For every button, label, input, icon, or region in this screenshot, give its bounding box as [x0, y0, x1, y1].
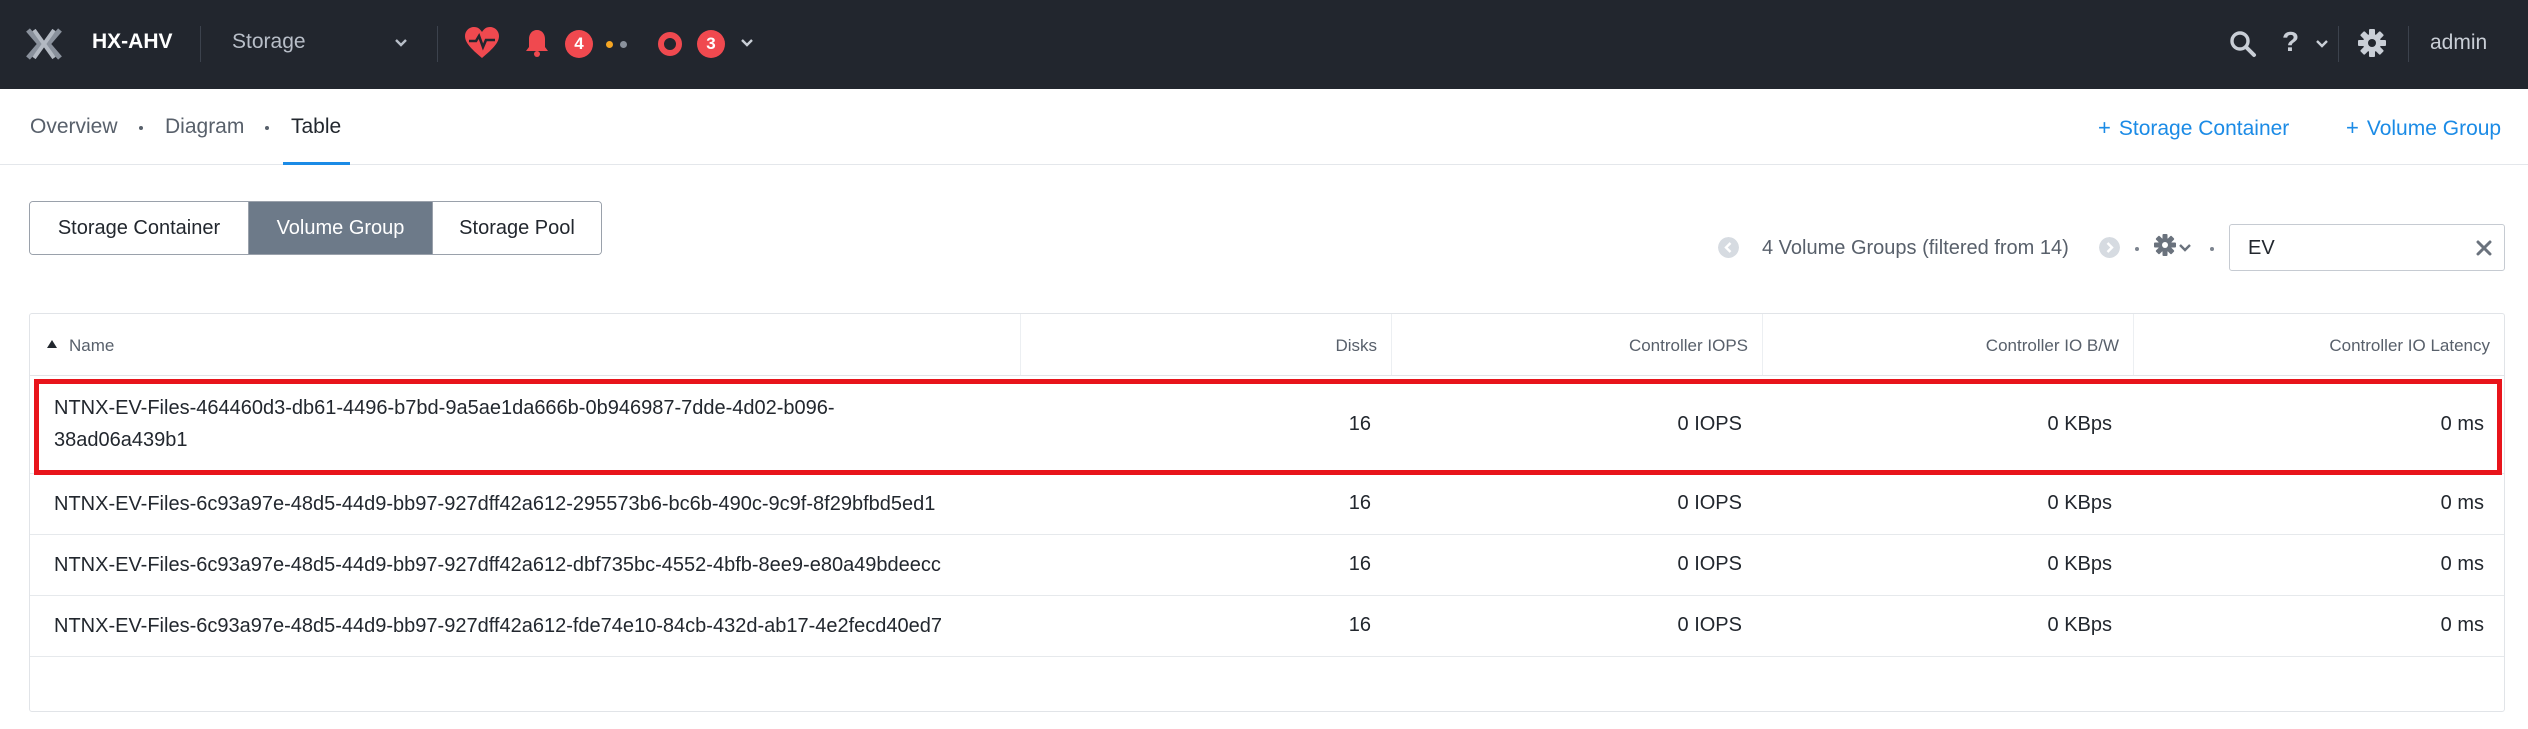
table-row[interactable]: NTNX-EV-Files-6c93a97e-48d5-44d9-bb97-92…: [30, 596, 2504, 657]
top-header: HX-AHV Storage 4 3 ? admin: [0, 0, 2528, 89]
row-controller-iops: 0 IOPS: [1677, 553, 1742, 575]
column-header-controller-io-bw[interactable]: Controller IO B/W: [1800, 336, 2119, 356]
tab-separator: [265, 126, 269, 130]
add-volume-group-label: Volume Group: [2366, 117, 2502, 140]
sort-asc-icon[interactable]: [47, 340, 57, 348]
row-controller-io-bw: 0 KBps: [2047, 614, 2112, 636]
row-disks: 16: [1348, 553, 1371, 575]
row-controller-iops: 0 IOPS: [1677, 492, 1742, 514]
header-divider: [437, 26, 438, 62]
table-row[interactable]: NTNX-EV-Files-6c93a97e-48d5-44d9-bb97-92…: [30, 535, 2504, 596]
page-next-icon[interactable]: [2099, 237, 2120, 258]
column-divider: [1391, 314, 1392, 375]
event-count-badge[interactable]: 3: [697, 30, 725, 58]
tab-table[interactable]: Table: [291, 115, 341, 139]
column-divider: [1762, 314, 1763, 375]
row-disks: 16: [1348, 492, 1371, 514]
tab-overview[interactable]: Overview: [30, 115, 118, 139]
row-controller-io-latency: 0 ms: [2440, 413, 2484, 435]
column-divider: [1020, 314, 1021, 375]
warning-dot-icon[interactable]: [606, 41, 613, 48]
segment-storage-container[interactable]: Storage Container: [30, 202, 249, 254]
nutanix-logo-icon[interactable]: [26, 28, 62, 60]
cluster-name[interactable]: HX-AHV: [92, 30, 173, 54]
add-storage-container-label: Storage Container: [2118, 117, 2290, 140]
header-divider: [200, 26, 201, 62]
row-disks: 16: [1348, 614, 1371, 636]
add-storage-container-link[interactable]: + Storage Container: [2098, 115, 2289, 141]
row-controller-io-bw: 0 KBps: [2047, 553, 2112, 575]
add-volume-group-link[interactable]: + Volume Group: [2346, 115, 2501, 141]
tab-separator: [139, 126, 143, 130]
table-settings-gear-icon[interactable]: [2154, 234, 2176, 256]
filter-search-box: [2229, 224, 2505, 271]
filter-input[interactable]: [2248, 236, 2448, 260]
entity-type-switcher: Storage Container Volume Group Storage P…: [29, 201, 602, 255]
entity-selector[interactable]: Storage: [232, 30, 412, 54]
row-name[interactable]: NTNX-EV-Files-6c93a97e-48d5-44d9-bb97-92…: [54, 488, 1014, 520]
event-ring-icon[interactable]: [658, 32, 682, 56]
plus-icon: +: [2346, 115, 2359, 140]
table-row[interactable]: NTNX-EV-Files-464460d3-db61-4496-b7bd-9a…: [30, 376, 2504, 474]
column-header-name[interactable]: Name: [69, 336, 114, 356]
row-controller-io-latency: 0 ms: [2440, 614, 2484, 636]
active-tab-indicator: [283, 162, 350, 165]
pagination-info: 4 Volume Groups (filtered from 14): [1762, 237, 2069, 259]
chevron-down-icon[interactable]: [2316, 40, 2328, 49]
bell-icon[interactable]: [524, 28, 550, 58]
chevron-down-icon[interactable]: [394, 38, 408, 48]
header-divider: [2408, 26, 2409, 62]
row-controller-io-latency: 0 ms: [2440, 553, 2484, 575]
row-name[interactable]: NTNX-EV-Files-6c93a97e-48d5-44d9-bb97-92…: [54, 610, 1014, 642]
row-controller-io-bw: 0 KBps: [2047, 492, 2112, 514]
tool-separator: [2135, 247, 2139, 251]
column-divider: [2133, 314, 2134, 375]
health-heart-icon[interactable]: [464, 26, 500, 60]
info-dot-icon[interactable]: [620, 41, 627, 48]
tool-separator: [2210, 247, 2214, 251]
segment-storage-pool[interactable]: Storage Pool: [433, 202, 601, 254]
volume-group-table: Name Disks Controller IOPS Controller IO…: [29, 313, 2505, 712]
chevron-down-icon[interactable]: [2179, 244, 2191, 253]
row-controller-iops: 0 IOPS: [1677, 413, 1742, 435]
search-icon[interactable]: [2229, 30, 2257, 58]
clear-icon[interactable]: [2475, 239, 2493, 257]
row-name[interactable]: NTNX-EV-Files-6c93a97e-48d5-44d9-bb97-92…: [54, 549, 1014, 581]
user-menu[interactable]: admin: [2430, 31, 2487, 55]
alert-count-badge[interactable]: 4: [565, 30, 593, 58]
table-row[interactable]: NTNX-EV-Files-6c93a97e-48d5-44d9-bb97-92…: [30, 474, 2504, 535]
row-controller-io-bw: 0 KBps: [2047, 413, 2112, 435]
plus-icon: +: [2098, 115, 2111, 140]
column-header-controller-iops[interactable]: Controller IOPS: [1430, 336, 1748, 356]
row-name-line: 38ad06a439b1: [54, 429, 188, 451]
chevron-down-icon[interactable]: [741, 39, 753, 48]
page-prev-icon[interactable]: [1718, 237, 1739, 258]
table-header: Name Disks Controller IOPS Controller IO…: [30, 314, 2504, 376]
column-header-controller-io-latency[interactable]: Controller IO Latency: [2170, 336, 2490, 356]
row-name-line: NTNX-EV-Files-464460d3-db61-4496-b7bd-9a…: [54, 397, 835, 419]
help-icon[interactable]: ?: [2282, 26, 2299, 58]
sub-navigation: Overview Diagram Table + Storage Containe…: [0, 89, 2528, 165]
row-controller-iops: 0 IOPS: [1677, 614, 1742, 636]
gear-icon[interactable]: [2358, 29, 2386, 57]
tab-diagram[interactable]: Diagram: [165, 115, 244, 139]
row-controller-io-latency: 0 ms: [2440, 492, 2484, 514]
row-disks: 16: [1348, 413, 1371, 435]
column-header-disks[interactable]: Disks: [1130, 336, 1377, 356]
segment-volume-group[interactable]: Volume Group: [249, 202, 433, 254]
header-divider: [2338, 26, 2339, 62]
row-name[interactable]: NTNX-EV-Files-464460d3-db61-4496-b7bd-9a…: [54, 392, 1014, 456]
